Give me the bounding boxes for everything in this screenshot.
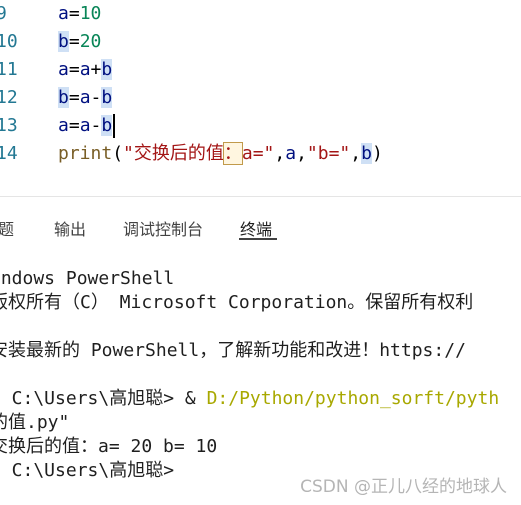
tab-output[interactable]: 输出: [54, 216, 86, 240]
terminal-line: indows PowerShell: [0, 268, 175, 289]
tab-terminal[interactable]: 终端: [240, 216, 272, 240]
code-line-14[interactable]: 14 print("交换后的值：a=",a,"b=",b): [0, 140, 521, 168]
terminal-path[interactable]: D:/Python/python_sorft/pyth: [207, 388, 500, 409]
terminal-line: 安装最新的 PowerShell，了解新功能和改进！https://: [0, 340, 466, 361]
code-line-10[interactable]: 10 b=20: [0, 28, 521, 56]
text-cursor: [113, 114, 116, 138]
line-number: 13: [0, 115, 18, 136]
tab-problems[interactable]: 题: [0, 216, 14, 240]
code-line-12[interactable]: 12 b=a-b: [0, 84, 521, 112]
code-line-11[interactable]: 11 a=a+b: [0, 56, 521, 84]
terminal-line: 的值.py": [0, 412, 70, 433]
active-tab-indicator: [239, 238, 277, 240]
line-number: 12: [0, 87, 18, 108]
code-text[interactable]: a=a-b: [58, 112, 116, 140]
code-text[interactable]: b=a-b: [58, 84, 113, 112]
panel-tab-bar: 题 输出 调试控制台 终端: [0, 204, 521, 244]
panel-divider: [0, 196, 521, 197]
code-editor[interactable]: 9 a=10 10 b=20 11 a=a+b 12 b=a-b 13 a=a-…: [0, 0, 521, 190]
code-line-13[interactable]: 13 a=a-b: [0, 112, 521, 140]
terminal-output-line: 交换后的值：a= 20 b= 10: [0, 436, 218, 457]
line-number: 14: [0, 143, 18, 164]
line-number: 11: [0, 59, 18, 80]
code-text[interactable]: a=a+b: [58, 56, 113, 84]
tab-debug-console[interactable]: 调试控制台: [123, 216, 203, 240]
terminal-prompt-line: S C:\Users\高旭聪>: [0, 460, 175, 481]
terminal-line: 版权所有（C） Microsoft Corporation。保留所有权利: [0, 292, 474, 313]
watermark: CSDN @正儿八经的地球人: [300, 477, 507, 497]
terminal-command-line: S C:\Users\高旭聪> & D:/Python/python_sorft…: [0, 387, 499, 411]
terminal-prompt: S C:\Users\高旭聪> &: [0, 388, 207, 409]
code-text[interactable]: b=20: [58, 28, 101, 56]
code-text[interactable]: print("交换后的值：a=",a,"b=",b): [58, 140, 383, 168]
code-line-9[interactable]: 9 a=10: [0, 0, 521, 28]
line-number: 10: [0, 31, 18, 52]
code-text[interactable]: a=10: [58, 0, 101, 28]
line-number: 9: [0, 3, 7, 24]
terminal-panel[interactable]: indows PowerShell 版权所有（C） Microsoft Corp…: [0, 262, 521, 505]
